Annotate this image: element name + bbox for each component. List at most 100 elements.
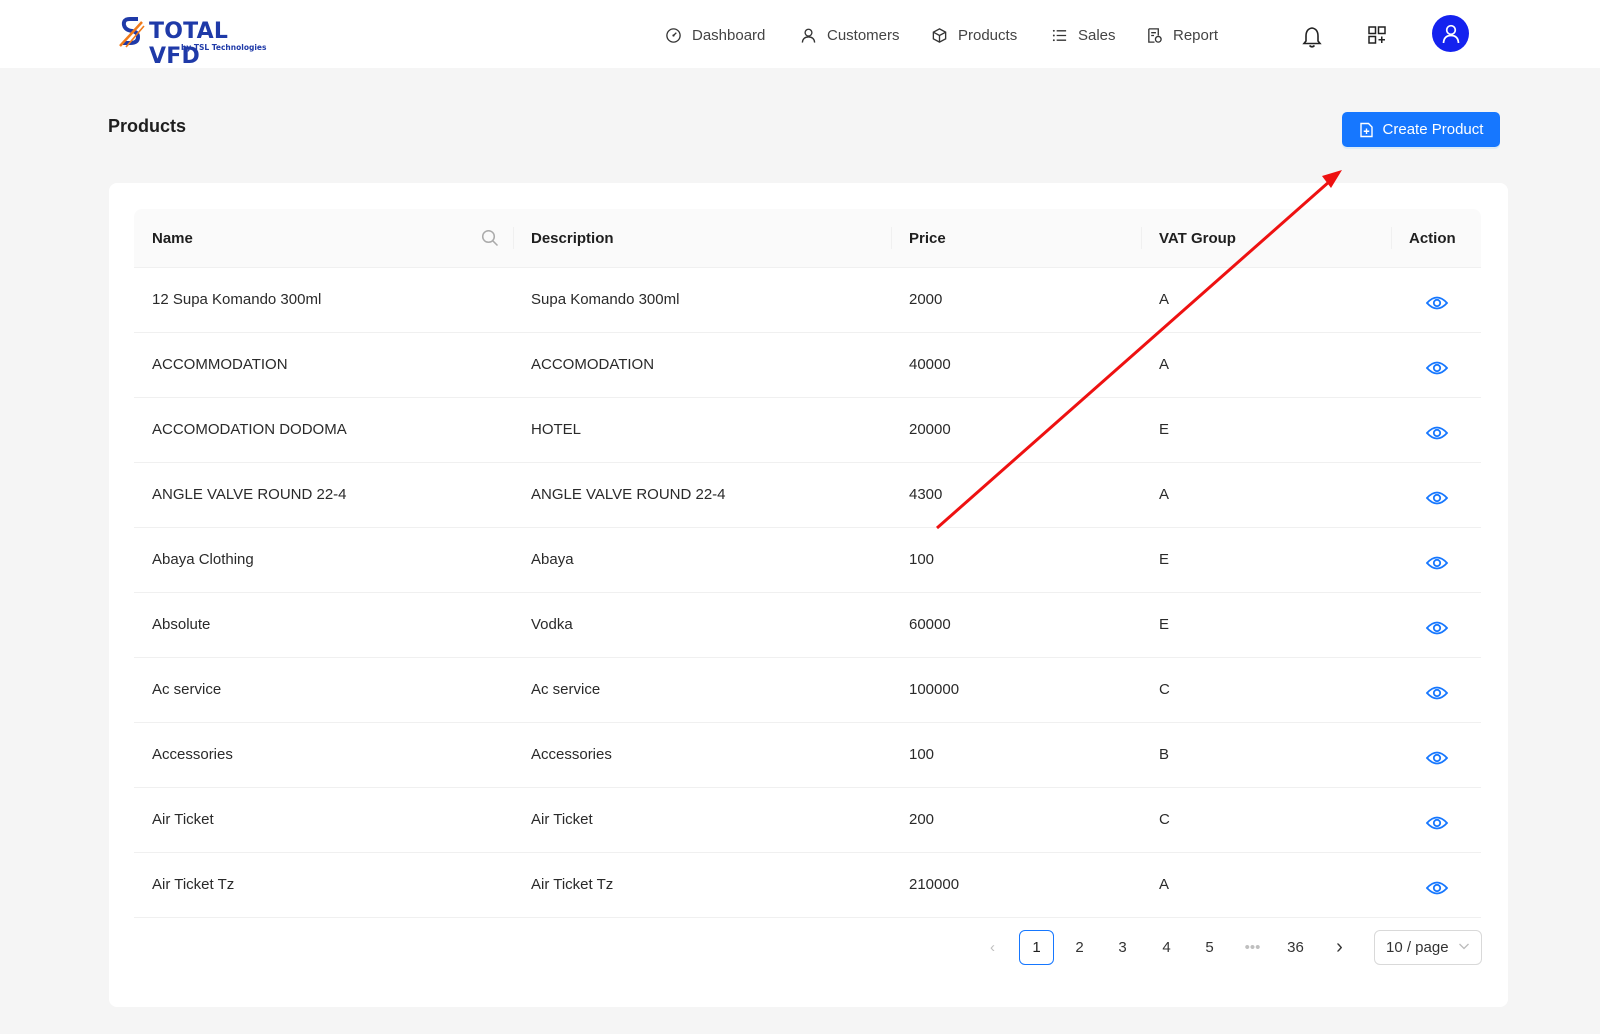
column-divider: [891, 227, 892, 249]
bell-icon[interactable]: [1302, 26, 1322, 48]
cell-description: ACCOMODATION: [531, 356, 655, 373]
nav-sales-label: Sales: [1078, 26, 1116, 44]
cell-vat-group: A: [1159, 876, 1170, 893]
table-row: Ac service Ac service 100000 C: [134, 658, 1481, 723]
cell-name: Absolute: [152, 616, 211, 633]
cell-price: 200: [909, 811, 935, 828]
cell-description: Ac service: [531, 681, 601, 698]
cell-name: Abaya Clothing: [152, 551, 254, 568]
table-row: Air Ticket Tz Air Ticket Tz 210000 A: [134, 853, 1481, 918]
top-header: TOTAL VFD by TSL Technologies Dashboard …: [0, 0, 1600, 69]
cell-vat-group: A: [1159, 291, 1170, 308]
view-eye-icon[interactable]: [1426, 880, 1448, 896]
page-title: Products: [108, 116, 187, 136]
pagination-page-36[interactable]: 36: [1278, 930, 1313, 965]
cell-price: 40000: [909, 356, 951, 373]
file-add-icon: [1359, 122, 1373, 137]
cell-description: Vodka: [531, 616, 573, 633]
user-icon: [801, 28, 816, 43]
page-size-select[interactable]: 10 / page: [1374, 930, 1482, 965]
column-divider: [1141, 227, 1142, 249]
cell-description: ANGLE VALVE ROUND 22-4: [531, 486, 726, 503]
avatar-user-icon: [1442, 24, 1459, 43]
table-header: Name Description Price VAT Group Action: [134, 209, 1481, 268]
dashboard-icon: [666, 27, 681, 43]
pagination-jump-ellipsis[interactable]: •••: [1235, 930, 1270, 965]
logo[interactable]: TOTAL VFD by TSL Technologies: [118, 16, 278, 69]
table-row: ACCOMODATION DODOMA HOTEL 20000 E: [134, 398, 1481, 463]
cell-description: Air Ticket: [531, 811, 593, 828]
avatar[interactable]: [1432, 15, 1469, 52]
view-eye-icon[interactable]: [1426, 555, 1448, 571]
list-icon: [1052, 29, 1067, 41]
cell-price: 60000: [909, 616, 951, 633]
view-eye-icon[interactable]: [1426, 360, 1448, 376]
pagination-prev[interactable]: ‹: [975, 930, 1010, 965]
chevron-down-icon: [1459, 943, 1469, 950]
view-eye-icon[interactable]: [1426, 685, 1448, 701]
cell-price: 100: [909, 746, 935, 763]
pagination-page-4[interactable]: 4: [1149, 930, 1184, 965]
cell-description: Accessories: [531, 746, 612, 763]
cell-vat-group: C: [1159, 681, 1170, 698]
cell-price: 4300: [909, 486, 943, 503]
column-header-price: Price: [909, 230, 946, 247]
cell-price: 2000: [909, 291, 943, 308]
pagination-page-1[interactable]: 1: [1019, 930, 1054, 965]
cell-description: HOTEL: [531, 421, 582, 438]
box-icon: [932, 27, 947, 43]
column-divider: [1391, 227, 1392, 249]
create-product-button[interactable]: Create Product: [1342, 112, 1500, 147]
column-header-name[interactable]: Name: [152, 230, 193, 247]
nav-dashboard-label: Dashboard: [692, 26, 766, 44]
table-row: Abaya Clothing Abaya 100 E: [134, 528, 1481, 593]
logo-subtitle: by TSL Technologies: [181, 43, 267, 52]
table-row: Accessories Accessories 100 B: [134, 723, 1481, 788]
view-eye-icon[interactable]: [1426, 750, 1448, 766]
cell-name: ANGLE VALVE ROUND 22-4: [152, 486, 347, 503]
cell-vat-group: B: [1159, 746, 1170, 763]
cell-name: ACCOMMODATION: [152, 356, 288, 373]
create-product-label: Create Product: [1382, 121, 1484, 138]
cell-name: Air Ticket Tz: [152, 876, 235, 893]
column-header-action: Action: [1409, 230, 1456, 247]
nav-report[interactable]: Report: [1146, 24, 1218, 46]
table-row: 12 Supa Komando 300ml Supa Komando 300ml…: [134, 268, 1481, 333]
nav-report-label: Report: [1173, 26, 1219, 44]
cell-description: Supa Komando 300ml: [531, 291, 680, 308]
nav-dashboard[interactable]: Dashboard: [665, 24, 765, 46]
logo-swoosh-icon: [119, 17, 145, 48]
table-row: Air Ticket Air Ticket 200 C: [134, 788, 1481, 853]
view-eye-icon[interactable]: [1426, 815, 1448, 831]
cell-vat-group: E: [1159, 551, 1170, 568]
cell-vat-group: A: [1159, 356, 1170, 373]
cell-name: 12 Supa Komando 300ml: [152, 291, 322, 308]
view-eye-icon[interactable]: [1426, 490, 1448, 506]
pagination-next[interactable]: ›: [1322, 930, 1357, 965]
column-header-vat-group: VAT Group: [1159, 230, 1236, 247]
nav-sales[interactable]: Sales: [1051, 24, 1116, 46]
cell-name: ACCOMODATION DODOMA: [152, 421, 347, 438]
pagination-page-2[interactable]: 2: [1062, 930, 1097, 965]
cell-vat-group: E: [1159, 421, 1170, 438]
pagination-page-3[interactable]: 3: [1105, 930, 1140, 965]
column-divider: [513, 227, 514, 249]
cell-name: Accessories: [152, 746, 233, 763]
cell-price: 20000: [909, 421, 951, 438]
apps-icon[interactable]: [1367, 25, 1387, 45]
search-icon[interactable]: [481, 229, 499, 247]
table-row: ACCOMMODATION ACCOMODATION 40000 A: [134, 333, 1481, 398]
view-eye-icon[interactable]: [1426, 425, 1448, 441]
page-size-value: 10 / page: [1386, 939, 1449, 956]
table-row: Absolute Vodka 60000 E: [134, 593, 1481, 658]
nav-products-label: Products: [958, 26, 1018, 44]
nav-customers-label: Customers: [827, 26, 900, 44]
cell-description: Abaya: [531, 551, 574, 568]
view-eye-icon[interactable]: [1426, 620, 1448, 636]
pagination-page-5[interactable]: 5: [1192, 930, 1227, 965]
view-eye-icon[interactable]: [1426, 295, 1448, 311]
nav-customers[interactable]: Customers: [800, 24, 900, 46]
nav-products[interactable]: Products: [931, 24, 1017, 46]
cell-name: Ac service: [152, 681, 222, 698]
cell-price: 100: [909, 551, 935, 568]
